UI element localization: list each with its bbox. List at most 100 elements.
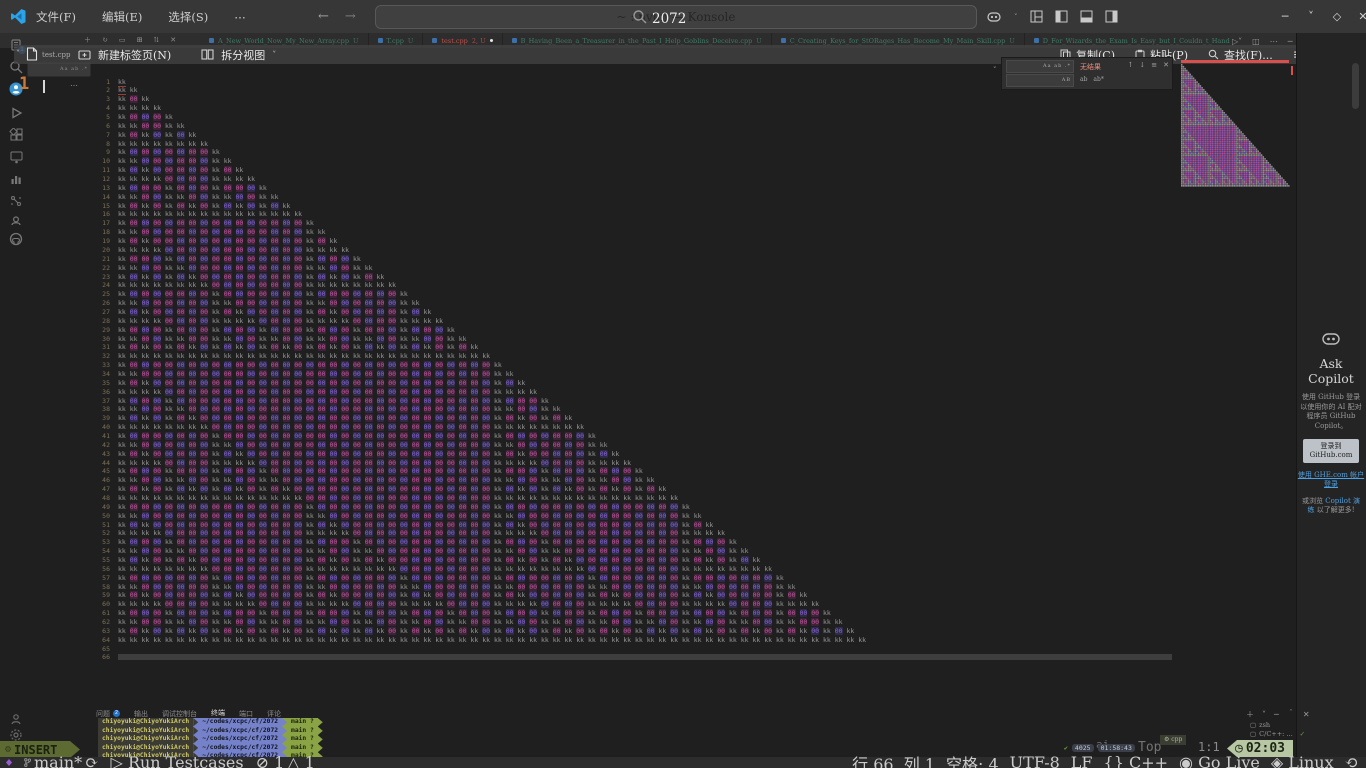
live-share-icon[interactable] bbox=[9, 214, 24, 229]
copilot-chevron-icon[interactable]: ˅ bbox=[1014, 13, 1018, 21]
panel-action-icon[interactable]: ˅ bbox=[1262, 710, 1266, 719]
nav-arrows: ← → bbox=[318, 0, 356, 33]
terminal-icon: ▢ bbox=[1250, 721, 1256, 730]
split-view-button[interactable]: 拆分视图 bbox=[221, 47, 265, 63]
prompt-user: chiyoyuki@ChiyoYukiArch bbox=[98, 727, 193, 736]
minimap[interactable] bbox=[1181, 60, 1293, 190]
github-signin-button[interactable]: 登录到 GitHub.com bbox=[1303, 439, 1359, 463]
buffer-line: 30kk kk 00 00 kk kk 00 00 kk kk 00 00 kk… bbox=[94, 335, 1172, 344]
find-close-icon[interactable]: ✕ bbox=[1163, 61, 1169, 69]
encoding-status[interactable]: UTF-8 bbox=[1010, 753, 1060, 768]
toggle-secondary-sidebar-icon[interactable] bbox=[1105, 10, 1118, 23]
os-status[interactable]: ◈ Linux bbox=[1271, 753, 1334, 768]
find-in-selection-icon[interactable]: ≡ bbox=[1151, 61, 1157, 69]
panel-action-icon[interactable]: ─ bbox=[1274, 710, 1279, 719]
prompt-path: ~/codes/xcpc/cf/2072 bbox=[198, 727, 282, 736]
shade-chevron-icon[interactable]: ˅ bbox=[1304, 10, 1318, 23]
buffer-line: 31kk 00 kk 00 kk 00 kk 00 kk 00 kk 00 kk… bbox=[94, 343, 1172, 352]
sidebar-action-icon[interactable]: ⊞ bbox=[137, 36, 143, 44]
sidebar-search-input[interactable]: Aa ab .* bbox=[27, 62, 91, 77]
find-prev-icon[interactable]: ↑ bbox=[1128, 61, 1134, 69]
panel-action-icon[interactable]: ＾ bbox=[1287, 709, 1295, 720]
split-view-chevron-icon[interactable]: ˅ bbox=[272, 50, 276, 59]
sidebar-action-icon[interactable]: ⇅ bbox=[153, 36, 159, 44]
search-option-icons[interactable]: Aa ab .* bbox=[60, 66, 88, 72]
ellipsis-icon[interactable]: ⋯ bbox=[70, 81, 78, 90]
buffer-line: 4kk kk kk kk bbox=[94, 104, 1172, 113]
minimap-error-tick bbox=[1291, 66, 1293, 75]
modified-dot-icon[interactable] bbox=[490, 39, 493, 42]
screencast-icon[interactable] bbox=[9, 150, 24, 165]
ghe-signin-link[interactable]: 使用 GHE.com 帐户登录 bbox=[1297, 471, 1365, 489]
problems-status[interactable]: ⊘ 1 △ 1 bbox=[256, 753, 315, 768]
terminal-instance[interactable]: ▢C/C++: ...✓ bbox=[1250, 730, 1305, 739]
menu-more[interactable]: ⋯ bbox=[234, 10, 246, 24]
sync-icon[interactable]: ⟳ bbox=[85, 753, 98, 768]
eol-status[interactable]: LF bbox=[1071, 753, 1093, 768]
golive-button[interactable]: ◉ Go Live bbox=[1179, 753, 1260, 768]
nvim-buffer[interactable]: 1kk2kk kk3kk 00 kk4kk kk kk kk5kk 00 00 … bbox=[94, 78, 1172, 663]
ports-icon[interactable] bbox=[9, 194, 24, 209]
minimap-error-line bbox=[1181, 60, 1289, 63]
split-view-icon[interactable] bbox=[201, 49, 214, 60]
menu-selection[interactable]: 选择(S) bbox=[168, 9, 208, 25]
sidebar-action-icon[interactable]: ＋ bbox=[84, 35, 91, 45]
refresh-icon[interactable]: ⟲ bbox=[1345, 753, 1358, 768]
menu-edit[interactable]: 编辑(E) bbox=[102, 9, 142, 25]
customize-layout-icon[interactable] bbox=[1030, 10, 1043, 23]
sidebar-action-icon[interactable]: ▭ bbox=[119, 36, 126, 44]
powerline-arrow-icon bbox=[282, 718, 287, 727]
powerline-arrow-icon bbox=[318, 744, 323, 753]
panel-action-icon[interactable]: ✕ bbox=[1303, 710, 1310, 719]
forward-icon[interactable]: → bbox=[345, 9, 356, 24]
buffer-line: 55kk 00 kk 00 kk 00 kk 00 00 00 00 00 00… bbox=[94, 556, 1172, 565]
buffer-line: 41kk 00 00 00 00 00 00 00 kk 00 00 00 00… bbox=[94, 432, 1172, 441]
minimize-icon[interactable]: ─ bbox=[1278, 10, 1292, 23]
find-option-icons[interactable]: Aa ab .* bbox=[1043, 63, 1071, 69]
buffer-line: 57kk 00 00 00 00 00 00 00 kk 00 00 00 00… bbox=[94, 574, 1172, 583]
cpp-file-icon bbox=[378, 38, 383, 43]
prompt-status-chips: ✔ 4025 01:58:43 bbox=[1064, 744, 1135, 752]
find-collapse-icon[interactable]: ˅ bbox=[993, 66, 997, 74]
sidebar-scrollbar[interactable] bbox=[1352, 63, 1359, 109]
terminal-instance[interactable]: ▢zsh bbox=[1250, 721, 1305, 730]
find-input[interactable]: Aa ab .* bbox=[1006, 60, 1074, 73]
buffer-line: 49kk 00 00 00 00 00 00 00 00 00 00 00 00… bbox=[94, 503, 1172, 512]
cursor-position-status[interactable]: 行 66, 列 1 bbox=[852, 751, 935, 768]
document-icon[interactable] bbox=[26, 47, 38, 61]
debug-icon[interactable] bbox=[9, 106, 24, 121]
vscode-logo-icon bbox=[10, 8, 27, 25]
language-status[interactable]: {} C++ bbox=[1104, 753, 1169, 768]
tab-label: A_New_World_Now_My_New_Array.cpp bbox=[218, 37, 349, 45]
new-tab-button[interactable]: 新建标签页(N) bbox=[98, 47, 171, 63]
buffer-line: 9kk 00 00 00 00 00 00 00 kk bbox=[94, 148, 1172, 157]
close-icon[interactable]: ✕ bbox=[1356, 10, 1366, 23]
copilot-icon[interactable] bbox=[986, 10, 1002, 24]
toggle-sidebar-icon[interactable] bbox=[1055, 10, 1068, 23]
sidebar-action-icon[interactable]: ↻ bbox=[102, 36, 108, 44]
panel-action-icon[interactable]: ＋ bbox=[1246, 709, 1254, 720]
new-tab-icon[interactable] bbox=[78, 49, 91, 60]
account-bottom-icon[interactable] bbox=[9, 712, 24, 727]
tab-label: test.cpp bbox=[441, 37, 467, 45]
run-testcases-button[interactable]: ▷ Run Testcases bbox=[111, 753, 244, 768]
sidebar-action-icon[interactable]: ✕ bbox=[170, 36, 176, 44]
buffer-line: 18kk kk 00 00 00 00 00 00 00 00 00 00 00… bbox=[94, 228, 1172, 237]
remote-indicator-icon[interactable] bbox=[6, 759, 12, 766]
tab-label: B_Having_Been_a_Treasurer_in_the_Past_I_… bbox=[521, 37, 753, 45]
chart-icon[interactable] bbox=[9, 172, 24, 187]
maximize-icon[interactable]: ◇ bbox=[1330, 10, 1344, 23]
minimap-pattern bbox=[1181, 64, 1291, 190]
manage-gear-icon[interactable] bbox=[9, 728, 24, 743]
menu-file[interactable]: 文件(F) bbox=[36, 9, 76, 25]
extensions-icon[interactable] bbox=[9, 128, 24, 143]
find-next-icon[interactable]: ↓ bbox=[1139, 61, 1145, 69]
toggle-panel-icon[interactable] bbox=[1080, 10, 1093, 23]
branch-status[interactable]: main* ⟳ bbox=[24, 753, 99, 768]
indentation-status[interactable]: 空格: 4 bbox=[946, 751, 999, 768]
tab-badge: U bbox=[408, 37, 413, 45]
konsole-chevron-icon[interactable]: ˅ bbox=[16, 49, 20, 58]
back-icon[interactable]: ← bbox=[318, 9, 329, 24]
buffer-line: 2kk kk bbox=[94, 86, 1172, 95]
github-icon[interactable] bbox=[9, 232, 24, 247]
